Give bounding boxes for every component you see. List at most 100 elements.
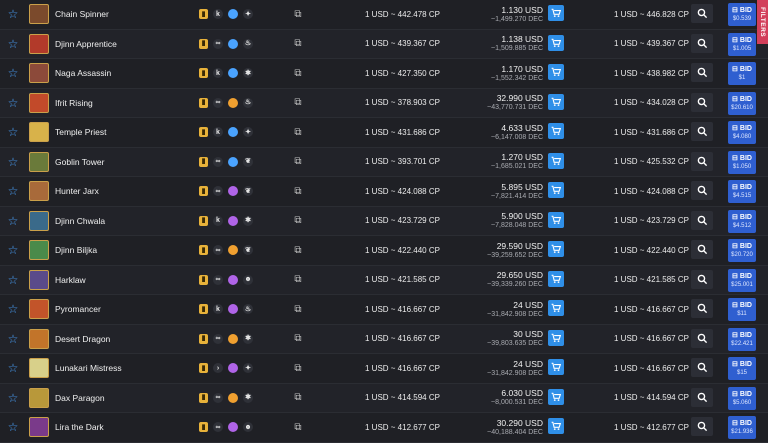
search-button[interactable] — [691, 63, 713, 82]
price-usd: 30.290 USD — [496, 417, 543, 428]
search-button[interactable] — [691, 122, 713, 141]
table-row[interactable]: ☆ Goblin Tower ▮ ∞ ❦ ⧉ 1 USD ~ 393.701 C… — [0, 147, 768, 177]
favorite-star-icon[interactable]: ☆ — [6, 89, 20, 117]
search-button[interactable] — [691, 4, 713, 23]
table-row[interactable]: ☆ Pyromancer ▮ k ♨ ⧉ 1 USD ~ 416.667 CP … — [0, 295, 768, 325]
favorite-star-icon[interactable]: ☆ — [6, 354, 20, 382]
bid-button[interactable]: ⊟ BID $5.060 — [728, 386, 756, 410]
price: 24 USD ~31,842.908 DEC — [458, 354, 543, 382]
bid-icon: ⊟ — [732, 361, 738, 368]
buy-cart-button[interactable] — [548, 270, 564, 287]
edition-icon: k — [213, 304, 223, 314]
price-usd: 5.895 USD — [501, 181, 543, 192]
price-usd: 29.650 USD — [496, 270, 543, 280]
search-button[interactable] — [691, 33, 713, 53]
favorite-star-icon[interactable]: ☆ — [6, 266, 20, 294]
table-row[interactable]: ☆ Dax Paragon ▮ ∞ ✱ ⧉ 1 USD ~ 414.594 CP… — [0, 383, 768, 413]
price: 6.030 USD ~8,000.531 DEC — [458, 384, 543, 412]
buy-cart-button[interactable] — [548, 34, 564, 51]
buy-cart-button[interactable] — [548, 388, 564, 405]
cp-per-usd: 1 USD ~ 393.701 CP — [365, 157, 440, 166]
search-button[interactable] — [691, 328, 713, 348]
search-button[interactable] — [691, 299, 713, 318]
ability-icon: ✦ — [243, 363, 253, 373]
buy-cart-button[interactable] — [548, 152, 564, 169]
bid-button[interactable]: ⊟ BID $20.720 — [728, 239, 756, 262]
favorite-star-icon[interactable]: ☆ — [6, 295, 20, 323]
search-button[interactable] — [691, 240, 713, 259]
table-row[interactable]: ☆ Harklaw ▮ ∞ ☻ ⧉ 1 USD ~ 421.585 CP 29.… — [0, 265, 768, 295]
search-button[interactable] — [691, 92, 713, 112]
bid-button[interactable]: ⊟ BID $25.001 — [728, 268, 756, 292]
buy-cart-button[interactable] — [548, 93, 564, 110]
price: 29.650 USD ~39,339.260 DEC — [458, 266, 543, 294]
bid-button[interactable]: ⊟ BID $1 — [728, 62, 756, 85]
buy-cart-button[interactable] — [548, 64, 564, 80]
search-button[interactable] — [691, 151, 713, 171]
rarity-icon: ▮ — [199, 97, 208, 108]
cp-per-usd-low: 1 USD ~ 439.367 CP — [614, 39, 689, 48]
bid-button[interactable]: ⊟ BID $1.005 — [728, 32, 756, 56]
favorite-star-icon[interactable]: ☆ — [6, 207, 20, 235]
card-name: Djinn Chwala — [55, 215, 106, 226]
table-row[interactable]: ☆ Hunter Jarx ▮ ∞ ❦ ⧉ 1 USD ~ 424.088 CP… — [0, 177, 768, 207]
table-row[interactable]: ☆ Lira the Dark ▮ ∞ ☻ ⧉ 1 USD ~ 412.677 … — [0, 413, 768, 443]
bid-button[interactable]: ⊟ BID $22.421 — [728, 327, 756, 351]
buy-cart-button[interactable] — [548, 211, 564, 228]
buy-cart-button[interactable] — [548, 241, 564, 257]
buy-cart-button[interactable] — [548, 418, 564, 434]
price-usd: 30 USD — [513, 329, 543, 339]
buy-cart-button[interactable] — [548, 5, 564, 21]
favorite-star-icon[interactable]: ☆ — [6, 177, 20, 205]
table-row[interactable]: ☆ Chain Spinner ▮ k ✦ ⧉ 1 USD ~ 442.478 … — [0, 0, 768, 30]
search-button[interactable] — [691, 387, 713, 407]
favorite-star-icon[interactable]: ☆ — [6, 384, 20, 412]
bid-button[interactable]: ⊟ BID $1.050 — [728, 150, 756, 174]
filters-tab[interactable]: FILTERS — [757, 0, 768, 44]
table-row[interactable]: ☆ Djinn Biljka ▮ ∞ ❦ ⧉ 1 USD ~ 422.440 C… — [0, 236, 768, 266]
buy-cart-button[interactable] — [548, 359, 564, 375]
buy-cart-button[interactable] — [548, 123, 564, 139]
card-thumbnail — [29, 387, 49, 408]
table-row[interactable]: ☆ Lunakari Mistress ▮ › ✦ ⧉ 1 USD ~ 416.… — [0, 354, 768, 384]
search-button[interactable] — [691, 181, 713, 200]
bid-amount: $20.720 — [731, 252, 753, 258]
favorite-star-icon[interactable]: ☆ — [6, 236, 20, 264]
favorite-star-icon[interactable]: ☆ — [6, 118, 20, 146]
search-icon — [697, 215, 707, 225]
table-row[interactable]: ☆ Naga Assassin ▮ k ✱ ⧉ 1 USD ~ 427.350 … — [0, 59, 768, 89]
bid-button[interactable]: ⊟ BID $4.512 — [728, 209, 756, 233]
bid-button[interactable]: ⊟ BID $11 — [728, 298, 756, 321]
card-attributes: ▮ k ✱ — [199, 207, 253, 235]
bid-amount: $4.080 — [732, 134, 752, 140]
search-button[interactable] — [691, 269, 713, 289]
favorite-star-icon[interactable]: ☆ — [6, 325, 20, 353]
buy-cart-button[interactable] — [548, 182, 564, 198]
card-thumbnail — [29, 181, 49, 201]
bid-button[interactable]: ⊟ BID $4.515 — [728, 180, 756, 203]
favorite-star-icon[interactable]: ☆ — [6, 413, 20, 441]
bid-button[interactable]: ⊟ BID $0.539 — [728, 3, 756, 26]
buy-cart-button[interactable] — [548, 300, 564, 316]
bid-button[interactable]: ⊟ BID $15 — [728, 357, 756, 380]
table-row[interactable]: ☆ Desert Dragon ▮ ∞ ✱ ⧉ 1 USD ~ 416.667 … — [0, 324, 768, 354]
bid-button[interactable]: ⊟ BID $20.610 — [728, 91, 756, 115]
cart-icon — [551, 38, 561, 47]
table-row[interactable]: ☆ Djinn Chwala ▮ k ✱ ⧉ 1 USD ~ 423.729 C… — [0, 206, 768, 236]
element-icon — [228, 9, 238, 19]
favorite-star-icon[interactable]: ☆ — [6, 0, 20, 28]
bid-button[interactable]: ⊟ BID $4.080 — [728, 121, 756, 144]
table-row[interactable]: ☆ Temple Priest ▮ k ✦ ⧉ 1 USD ~ 431.686 … — [0, 118, 768, 148]
table-row[interactable]: ☆ Djinn Apprentice ▮ ∞ ♨ ⧉ 1 USD ~ 439.3… — [0, 29, 768, 59]
cp-per-usd-low: 1 USD ~ 416.667 CP — [614, 334, 689, 343]
cp-per-usd-low: 1 USD ~ 422.440 CP — [614, 245, 689, 255]
cp-per-usd-low: 1 USD ~ 446.828 CP — [614, 9, 689, 19]
search-button[interactable] — [691, 358, 713, 377]
favorite-star-icon[interactable]: ☆ — [6, 59, 20, 87]
search-button[interactable] — [691, 210, 713, 230]
buy-cart-button[interactable] — [548, 329, 564, 346]
favorite-star-icon[interactable]: ☆ — [6, 148, 20, 176]
bid-button[interactable]: ⊟ BID $21.936 — [728, 416, 756, 439]
table-row[interactable]: ☆ Ifrit Rising ▮ ∞ ♨ ⧉ 1 USD ~ 378.903 C… — [0, 88, 768, 118]
favorite-star-icon[interactable]: ☆ — [6, 30, 20, 58]
